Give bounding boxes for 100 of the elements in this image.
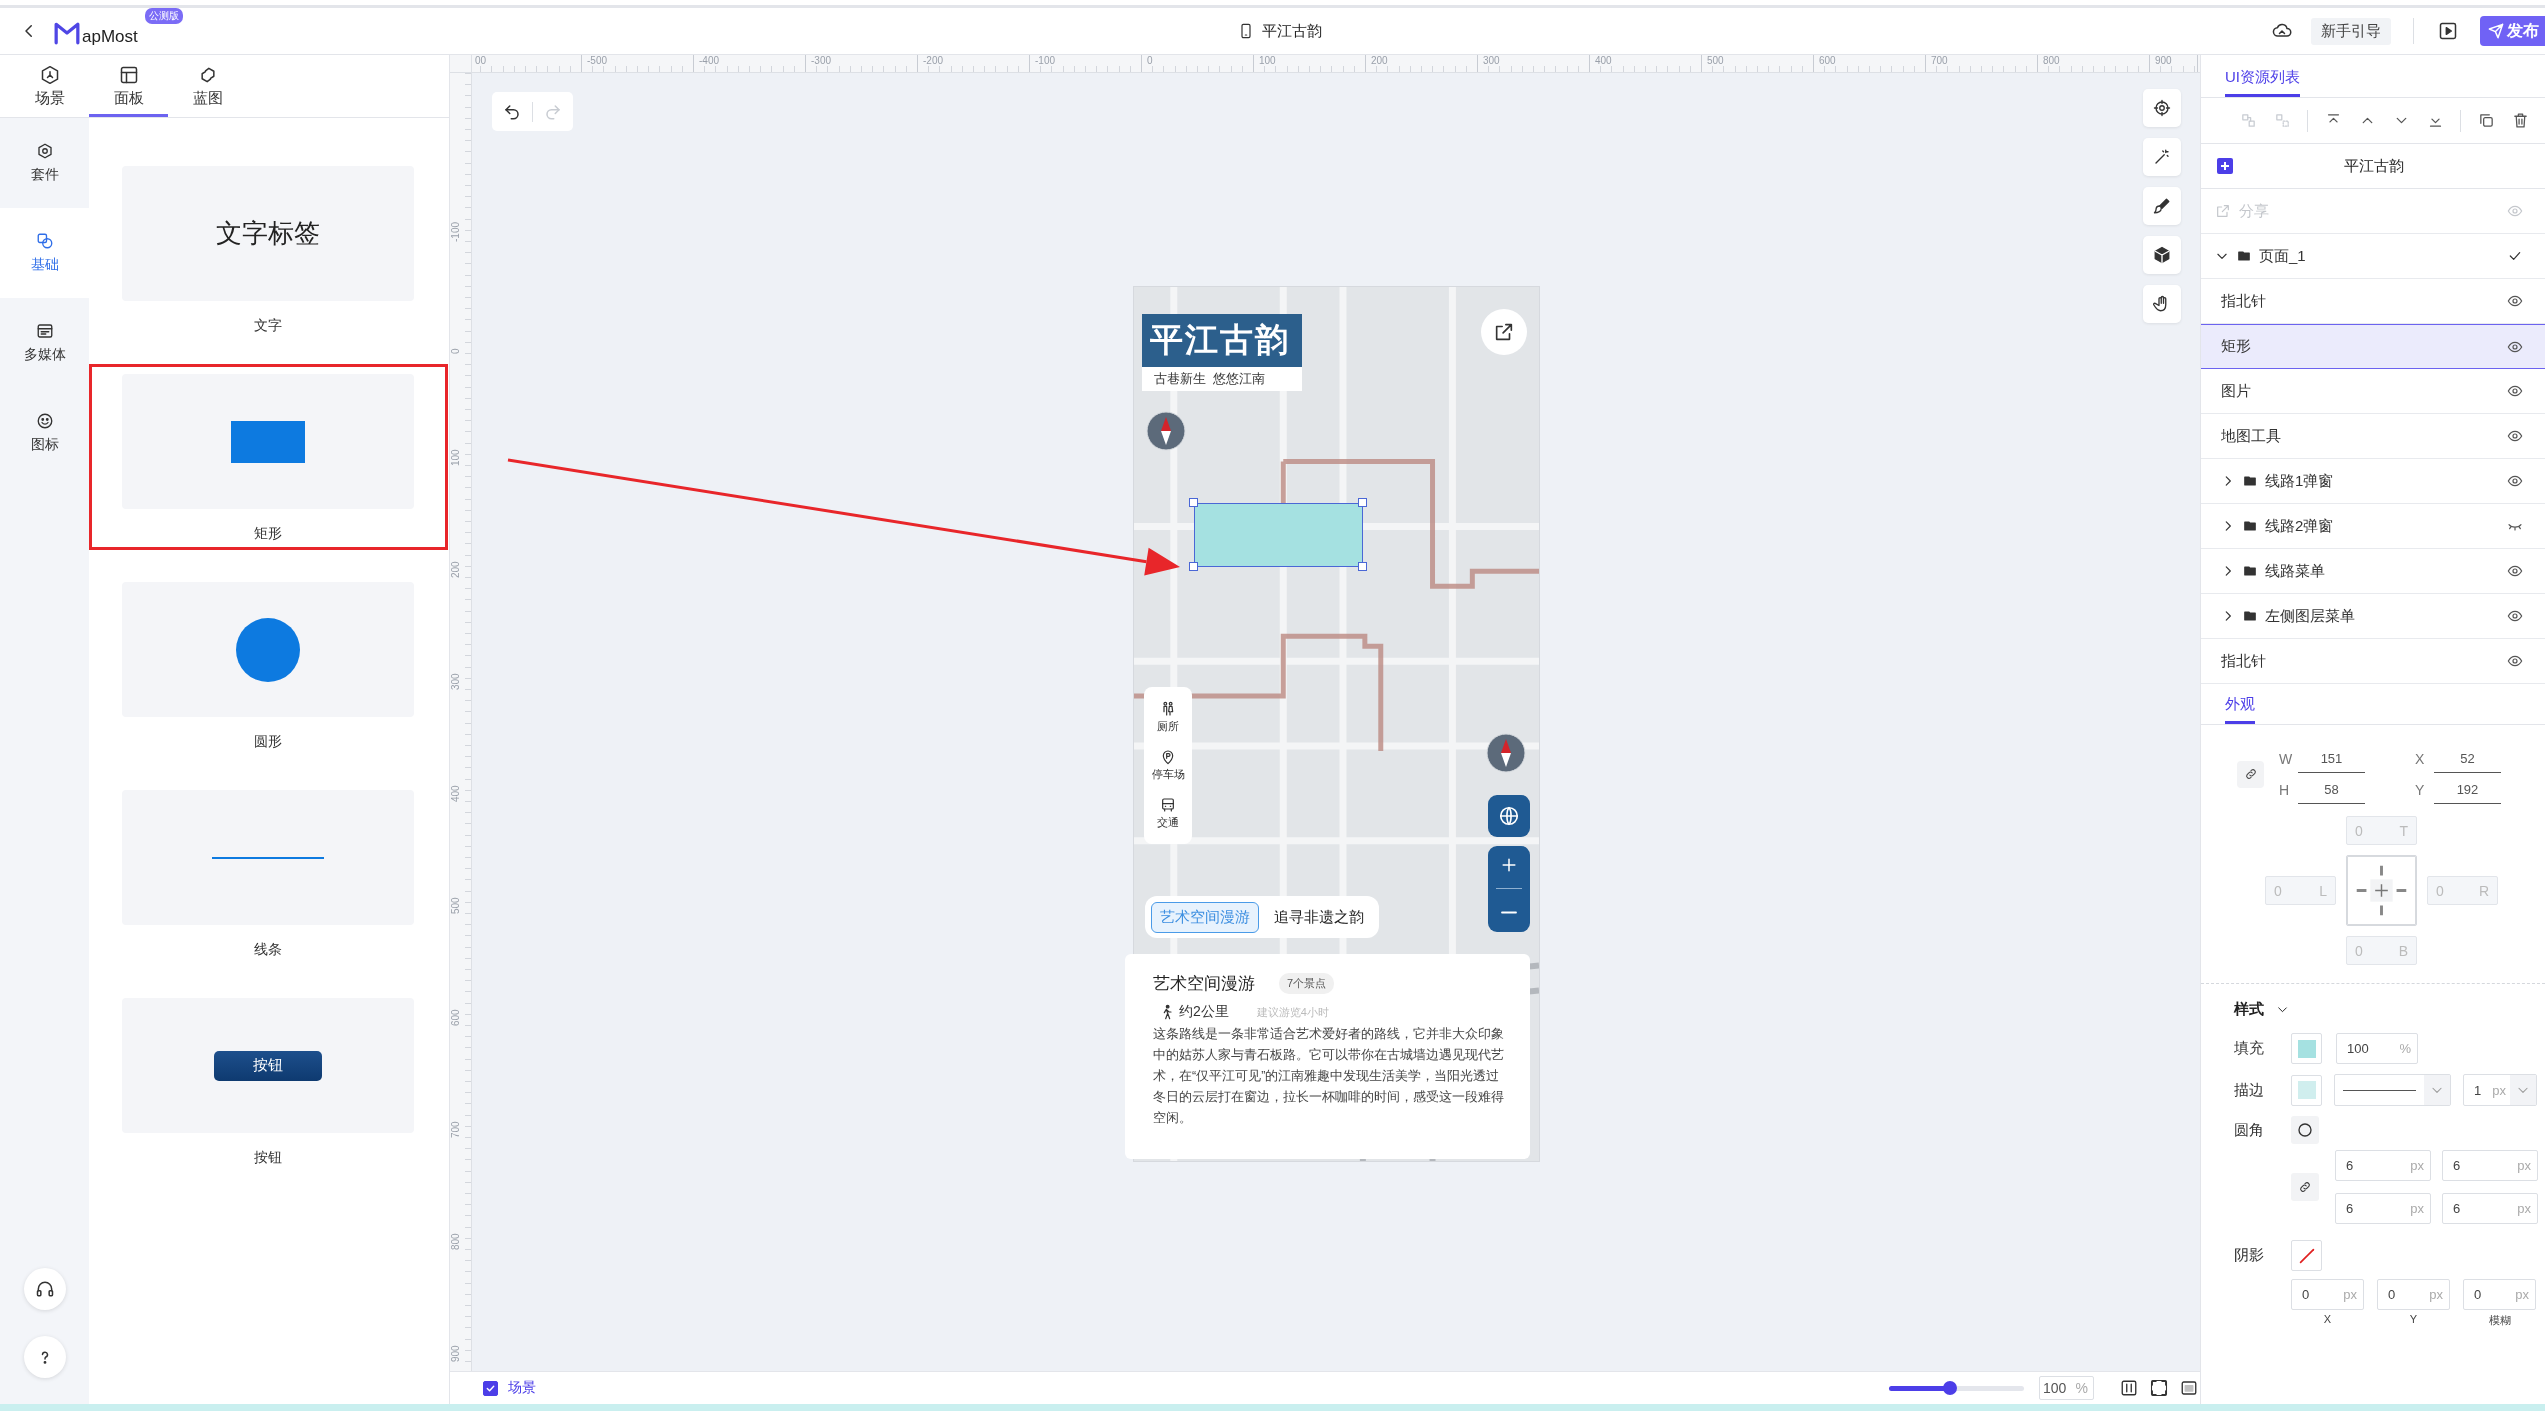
corner-mode-button[interactable] [2291,1116,2319,1144]
layer-row[interactable]: 指北针 [2201,639,2545,684]
media-icon [35,322,54,340]
component-item[interactable]: 线条 [89,780,448,966]
component-card[interactable]: 文字标签 [122,166,414,301]
ruler-label: 500 [450,896,462,914]
shadow-input[interactable]: 0 px [2291,1279,2364,1310]
layer-row[interactable]: 线路1弹窗 [2201,459,2545,504]
facility-button[interactable]: 交通 [1157,797,1179,831]
radius-input[interactable]: 6 px [2335,1150,2431,1181]
eye-icon[interactable] [2507,473,2523,489]
shadow-input[interactable]: 0 px [2463,1279,2536,1310]
scene-label: 场景 [508,1379,536,1397]
map-subtitle: 古巷新生 悠悠江南 [1142,367,1302,391]
facility-button[interactable]: 停车场 [1151,749,1185,782]
eye-icon[interactable] [2507,608,2523,624]
resize-handle[interactable] [1358,498,1367,507]
panel-tab[interactable]: 场景 [10,55,89,117]
canvas-tool-button[interactable] [2143,285,2181,323]
guide-button[interactable]: 新手引导 [2311,17,2391,45]
component-card[interactable]: 按钮 [122,998,414,1133]
route-tab[interactable]: 追寻非遗之韵 [1265,901,1373,933]
resize-handle[interactable] [1189,562,1198,571]
canvas-tool-button[interactable] [2143,187,2181,225]
panel-tab[interactable]: 面板 [89,55,168,117]
category-tab[interactable]: 基础 [0,208,89,298]
field-label: Y [2415,781,2426,798]
canvas-tool-button[interactable] [2143,89,2181,127]
component-card[interactable] [122,374,414,509]
eye-icon[interactable] [2507,563,2523,579]
fullscreen-icon [2150,1379,2168,1397]
lock-corners-button[interactable] [2291,1173,2319,1201]
eye-icon[interactable] [2507,383,2523,399]
size-input[interactable]: 52 [2434,744,2501,773]
component-card[interactable] [122,582,414,717]
ruler-label: 900 [450,1344,462,1362]
component-item[interactable]: 文字标签 文字 [89,156,448,342]
rectangle-shape[interactable] [1194,503,1363,567]
size-input[interactable]: 151 [2298,744,2365,773]
compass-icon[interactable] [1486,733,1526,773]
layer-row[interactable]: 矩形 [2201,324,2545,369]
category-tab[interactable]: 多媒体 [0,298,89,388]
group-icon [2239,112,2257,129]
scene-checkbox[interactable] [483,1380,498,1396]
color-picker[interactable] [2291,1033,2322,1064]
ruler-label: 700 [450,1120,462,1138]
view-button[interactable] [2148,1377,2170,1399]
field-caption: Y [2408,1313,2419,1327]
component-item[interactable]: 圆形 [89,572,448,758]
zoom-input[interactable]: 100 % [2039,1376,2094,1400]
eye-icon[interactable] [2507,653,2523,669]
shadow-input[interactable]: 0 px [2377,1279,2450,1310]
undo-icon [503,102,521,121]
ruler-label: 100 [1258,55,1277,68]
resize-handle[interactable] [1189,498,1198,507]
facility-button[interactable]: 厕所 [1157,700,1179,734]
ruler-label: 800 [2042,55,2061,68]
zoom-slider[interactable] [1889,1381,2024,1395]
layer-row[interactable]: 线路2弹窗 [2201,504,2545,549]
radius-input[interactable]: 6 px [2442,1193,2538,1224]
resize-handle[interactable] [1358,562,1367,571]
radius-input[interactable]: 6 px [2335,1193,2431,1224]
eye-icon[interactable] [2507,428,2523,444]
appearance-tab[interactable]: 外观 [2225,695,2255,724]
opacity-input[interactable]: 100 % [2336,1033,2418,1064]
publish-button[interactable]: 发布 [2480,16,2545,46]
lock-ratio-button[interactable] [2237,760,2264,788]
color-picker[interactable] [2291,1074,2322,1106]
compass-icon[interactable] [1146,411,1186,451]
component-item[interactable]: 矩形 [89,364,448,550]
category-tab[interactable]: 套件 [0,118,89,208]
slider-thumb[interactable] [1942,1381,1957,1395]
spacing-control[interactable] [2346,855,2417,926]
ruler-label: -100 [1034,55,1056,68]
component-label: 文字 [254,316,282,335]
layer-row[interactable]: 线路菜单 [2201,549,2545,594]
component-item[interactable]: 按钮 按钮 [89,988,448,1174]
layer-row[interactable]: 页面_1 [2201,234,2545,279]
layer-row[interactable]: 左侧图层菜单 [2201,594,2545,639]
ruler-label: -400 [698,55,720,68]
globe-button[interactable] [1488,795,1530,837]
add-icon[interactable] [2217,158,2233,174]
category-tab[interactable]: 图标 [0,388,89,478]
size-input[interactable]: 192 [2434,775,2501,804]
layer-row[interactable]: 图片 [2201,369,2545,414]
unit-label: px [2429,1287,2443,1302]
eye-icon[interactable] [2507,293,2523,309]
resource-list-tab[interactable]: UI资源列表 [2225,68,2300,97]
hexagon-icon [35,142,54,160]
layer-row[interactable]: 地图工具 [2201,414,2545,459]
panel-tab[interactable]: 蓝图 [168,55,247,117]
smiley-icon [35,412,54,430]
support-button[interactable] [23,1268,66,1310]
no-shadow-swatch[interactable] [2291,1240,2322,1271]
size-input[interactable]: 58 [2298,775,2365,804]
radius-input[interactable]: 6 px [2442,1150,2538,1181]
stroke-width-select[interactable]: 1 px [2463,1074,2537,1106]
canvas-tool-button[interactable] [2143,236,2181,274]
project-title: 平江古韵 [2343,156,2405,176]
field-label: X [2415,750,2426,767]
